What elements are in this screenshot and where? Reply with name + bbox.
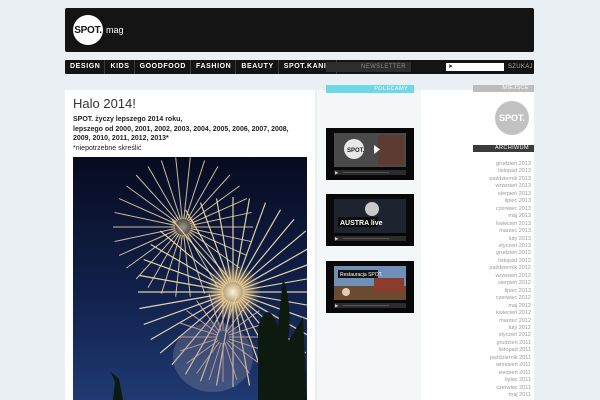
archive-link[interactable]: lipiec 2013 xyxy=(489,198,531,205)
video-thumbnail-1[interactable]: SPOT. xyxy=(334,133,406,167)
archive-link[interactable]: maj 2012 xyxy=(489,303,531,310)
post-title[interactable]: Halo 2014! xyxy=(73,96,136,111)
search-button[interactable]: SZUKAJ xyxy=(508,62,533,72)
video-thumbnail-3[interactable]: Restauracja SPOT. xyxy=(334,266,406,300)
progress-bar[interactable] xyxy=(343,172,389,173)
archive-link[interactable]: listopad 2012 xyxy=(489,258,531,265)
play-icon[interactable]: ▶ xyxy=(335,170,338,175)
newsletter-link[interactable]: NEWSLETTER xyxy=(326,62,411,72)
play-icon[interactable]: ▶ xyxy=(335,236,338,241)
nav-item-kids[interactable]: KIDS xyxy=(105,60,135,74)
archive-link[interactable]: maj 2011 xyxy=(489,392,531,399)
miejsce-heading: MIEJSCE xyxy=(473,85,534,92)
archive-link[interactable]: październik 2011 xyxy=(489,355,531,362)
archive-link[interactable]: czerwiec 2011 xyxy=(489,385,531,392)
nav-items: DESIGN KIDS GOODFOOD FASHION BEAUTY SPOT… xyxy=(65,60,338,74)
archive-link[interactable]: październik 2013 xyxy=(489,176,531,183)
archive-link[interactable]: sierpień 2011 xyxy=(489,370,531,377)
main-nav: DESIGN KIDS GOODFOOD FASHION BEAUTY SPOT… xyxy=(65,60,534,74)
archive-link[interactable]: marzec 2012 xyxy=(489,318,531,325)
nav-item-design[interactable]: DESIGN xyxy=(65,60,106,74)
archive-link[interactable]: maj 2013 xyxy=(489,213,531,220)
play-icon[interactable]: ▶ xyxy=(335,303,338,308)
archive-link[interactable]: lipiec 2011 xyxy=(489,377,531,384)
search-arrow-icon: ➤ xyxy=(448,64,454,70)
main-content: Halo 2014! SPOT. życzy lepszego 2014 rok… xyxy=(65,90,315,400)
archive-link[interactable]: sierpień 2013 xyxy=(489,191,531,198)
video-player-1[interactable]: SPOT. ▶ xyxy=(326,128,414,180)
post-line-2: lepszego od 2000, 2001, 2002, 2003, 2004… xyxy=(73,125,289,143)
small-logo-text: SPOT. xyxy=(498,113,525,123)
site-header: SPOT. mag xyxy=(65,8,534,52)
logo-suffix: mag xyxy=(106,25,124,35)
archive-link[interactable]: kwiecień 2013 xyxy=(489,221,531,228)
archive-link[interactable]: grudzień 2012 xyxy=(489,250,531,257)
nav-item-beauty[interactable]: BEAUTY xyxy=(236,60,279,74)
video-player-2[interactable]: AUSTRA live ▶ xyxy=(326,194,414,246)
archive-link[interactable]: kwiecień 2012 xyxy=(489,310,531,317)
video-player-3[interactable]: Restauracja SPOT. ▶ xyxy=(326,261,414,313)
archive-link[interactable]: październik 2012 xyxy=(489,265,531,272)
archive-link[interactable]: lipiec 2012 xyxy=(489,288,531,295)
archive-link[interactable]: wrzesień 2013 xyxy=(489,183,531,190)
nav-item-goodfood[interactable]: GOODFOOD xyxy=(135,60,191,74)
archive-link[interactable]: sierpień 2012 xyxy=(489,280,531,287)
archive-link[interactable]: listopad 2013 xyxy=(489,168,531,175)
video-controls-2[interactable]: ▶ xyxy=(334,236,406,241)
nav-item-fashion[interactable]: FASHION xyxy=(191,60,237,74)
video-controls-3[interactable]: ▶ xyxy=(334,303,406,308)
spot-place-logo[interactable]: SPOT. xyxy=(495,101,529,135)
archive-link[interactable]: grudzień 2013 xyxy=(489,161,531,168)
archive-link[interactable]: marzec 2013 xyxy=(489,228,531,235)
video-caption-1: SPOT. xyxy=(347,148,365,154)
video-caption-2: AUSTRA live xyxy=(340,220,383,227)
archive-link[interactable]: czerwiec 2013 xyxy=(489,206,531,213)
video-controls-1[interactable]: ▶ xyxy=(334,170,406,175)
archive-link[interactable]: wrzesień 2011 xyxy=(489,362,531,369)
logo-text: SPOT. xyxy=(74,24,102,36)
archive-link[interactable]: luty 2012 xyxy=(489,325,531,332)
fireworks-image xyxy=(73,157,307,400)
archive-link[interactable]: wrzesień 2012 xyxy=(489,273,531,280)
polecamy-heading: POLECAMY xyxy=(326,85,414,93)
archive-link[interactable]: grudzień 2011 xyxy=(489,340,531,347)
site-logo[interactable]: SPOT. xyxy=(73,15,103,45)
archive-link[interactable]: styczeń 2012 xyxy=(489,332,531,339)
archive-list: grudzień 2013 listopad 2013 październik 20… xyxy=(489,161,531,400)
progress-bar[interactable] xyxy=(343,305,389,306)
video-thumbnail-2[interactable]: AUSTRA live xyxy=(334,199,406,233)
search-input[interactable] xyxy=(446,63,504,71)
video-caption-3: Restauracja SPOT. xyxy=(340,272,383,278)
archiwum-heading: ARCHIWUM xyxy=(473,145,534,152)
archive-link[interactable]: luty 2013 xyxy=(489,236,531,243)
post-note: *niepotrzebne skreślić xyxy=(73,144,142,152)
archive-link[interactable]: listopad 2011 xyxy=(489,347,531,354)
archive-link[interactable]: czerwiec 2012 xyxy=(489,295,531,302)
archive-link[interactable]: styczeń 2013 xyxy=(489,243,531,250)
post-body: SPOT. życzy lepszego 2014 roku, lepszego… xyxy=(73,115,308,153)
progress-bar[interactable] xyxy=(343,238,389,239)
post-line-1: SPOT. życzy lepszego 2014 roku, xyxy=(73,116,183,123)
